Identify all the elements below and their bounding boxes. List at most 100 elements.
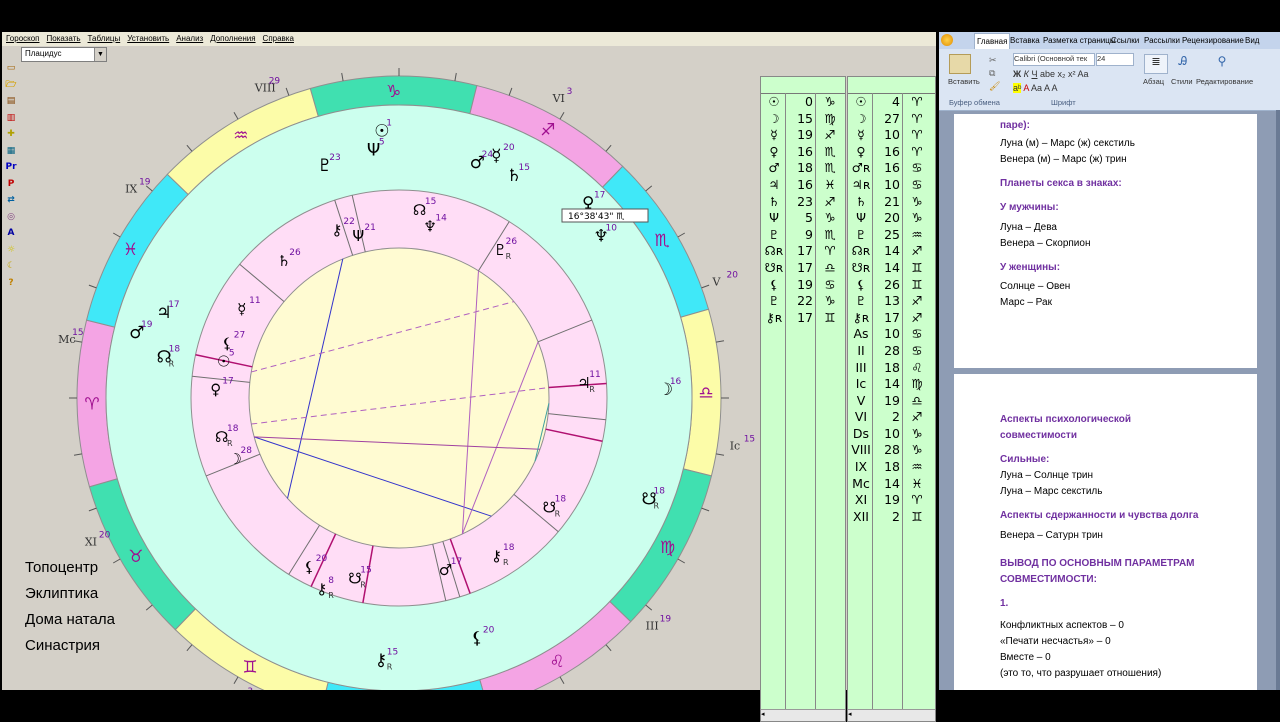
- table-row[interactable]: ♄ 23 ♐: [761, 194, 845, 211]
- table-row[interactable]: XI 19 ♈: [848, 492, 935, 509]
- table-row[interactable]: ☊ʀ 14 ♐: [848, 243, 935, 260]
- table-row[interactable]: ♃ʀ 10 ♋: [848, 177, 935, 194]
- chevron-down-icon[interactable]: ▼: [94, 48, 106, 61]
- font-name-input[interactable]: Calibri (Основной тек: [1013, 53, 1095, 66]
- table-row[interactable]: ☽ 27 ♈: [848, 111, 935, 128]
- planets-table-1[interactable]: ☉ 0 ♑ ☽ 15 ♍ ☿ 19 ♐ ♀ 16 ♏ ♂ 18 ♏ ♃ 16 ♓ ♄ 23 ♐ Ψ 5 ♑ ♇ 9 ♏ ☊ʀ 17 ♈ ☋ʀ…: [760, 76, 846, 722]
- editing-button[interactable]: Редактирование: [1196, 77, 1253, 86]
- table-row[interactable]: ⚸ 26 ♊: [848, 277, 935, 294]
- table-row[interactable]: Ic 14 ♍: [848, 376, 935, 393]
- table-cell: ♎: [911, 392, 923, 408]
- table-row[interactable]: ♄ 21 ♑: [848, 194, 935, 211]
- table-cell: ♄: [855, 193, 867, 209]
- table-row[interactable]: ♇ 9 ♏: [761, 227, 845, 244]
- menu-help[interactable]: Справка: [259, 32, 297, 43]
- tab-insert[interactable]: Вставка: [1010, 36, 1040, 45]
- font-size-input[interactable]: 24: [1096, 53, 1134, 66]
- table-row[interactable]: ⚷ʀ 17 ♐: [848, 310, 935, 327]
- horizontal-scrollbar[interactable]: ◂: [848, 709, 935, 721]
- tab-home[interactable]: Главная: [974, 33, 1011, 49]
- table-row[interactable]: ⚷ʀ 17 ♊: [761, 310, 845, 327]
- binoculars-icon[interactable]: ⚲: [1211, 54, 1233, 72]
- table-row[interactable]: VI 2 ♐: [848, 409, 935, 426]
- table-row[interactable]: ♀ 16 ♏: [761, 144, 845, 161]
- document-line: Луна – Дева: [1000, 222, 1057, 233]
- table-cell: ♐: [824, 127, 836, 143]
- legend-ecliptic: Эклиптика: [25, 585, 99, 602]
- table-cell: ♇: [768, 226, 780, 242]
- tab-page-layout[interactable]: Разметка страницы: [1043, 36, 1116, 45]
- paste-icon[interactable]: [949, 54, 971, 74]
- table-row[interactable]: ♇ 25 ♒: [848, 227, 935, 244]
- horizontal-scrollbar[interactable]: ◂: [761, 709, 845, 721]
- document-page-2[interactable]: Аспекты психологической совместимости Силь…: [954, 374, 1257, 690]
- menu-horoscope[interactable]: Гороскоп: [2, 32, 43, 43]
- styles-button[interactable]: Стили: [1171, 77, 1193, 86]
- table-row[interactable]: ☿ 10 ♈: [848, 127, 935, 144]
- table-row[interactable]: ☽ 15 ♍: [761, 111, 845, 128]
- table-row[interactable]: XII 2 ♊: [848, 509, 935, 526]
- inner-planet-degree: 11: [249, 296, 260, 306]
- table-row[interactable]: VIII 28 ♑: [848, 442, 935, 459]
- degree-tick: [73, 453, 82, 456]
- table-row[interactable]: III 18 ♌: [848, 360, 935, 377]
- table-cell: ♑: [824, 210, 836, 226]
- format-painter-icon[interactable]: 🖌: [989, 81, 1000, 92]
- table-row[interactable]: IX 18 ♒: [848, 459, 935, 476]
- menu-show[interactable]: Показать: [43, 32, 84, 43]
- table-row[interactable]: ☉ 4 ♈: [848, 94, 935, 111]
- menu-analysis[interactable]: Анализ: [172, 32, 206, 43]
- table-row[interactable]: ♃ 16 ♓: [761, 177, 845, 194]
- table-row[interactable]: II 28 ♋: [848, 343, 935, 360]
- tab-references[interactable]: Ссылки: [1111, 36, 1139, 45]
- office-button-icon[interactable]: [941, 34, 953, 46]
- font-color-buttons[interactable]: aᵇ A Aa A A: [1013, 83, 1057, 93]
- table-row[interactable]: ☊ʀ 17 ♈: [761, 243, 845, 260]
- planets-table-2[interactable]: ☉ 4 ♈ ☽ 27 ♈ ☿ 10 ♈ ♀ 16 ♈ ♂ʀ 16 ♋ ♃ʀ 10 ♋ ♄ 21 ♑ Ψ 20 ♑ ♇ 25 ♒ ☊ʀ 1…: [847, 76, 936, 722]
- table-row[interactable]: As 10 ♋: [848, 326, 935, 343]
- outer-planet-degree: 23: [329, 153, 340, 163]
- copy-icon[interactable]: ⧉: [989, 68, 995, 79]
- legend-synastry: Синастрия: [25, 637, 101, 654]
- table-row[interactable]: Ds 10 ♑: [848, 426, 935, 443]
- tab-review[interactable]: Рецензирование: [1182, 36, 1244, 45]
- cut-icon[interactable]: ✂: [989, 55, 997, 66]
- document-page-1[interactable]: паре): Луна (м) – Марс (ж) секстиль Венера…: [954, 114, 1257, 368]
- table-row[interactable]: ☋ʀ 14 ♊: [848, 260, 935, 277]
- tab-mailings[interactable]: Рассылки: [1144, 36, 1180, 45]
- paste-button[interactable]: Вставить: [948, 77, 980, 86]
- table-row[interactable]: Ψ 5 ♑: [761, 210, 845, 227]
- table-cell: 10: [884, 326, 900, 342]
- table-row[interactable]: ♇ 13 ♐: [848, 293, 935, 310]
- table-row[interactable]: ☉ 0 ♑: [761, 94, 845, 111]
- vertical-scrollbar[interactable]: [1276, 110, 1280, 690]
- table-row[interactable]: ♀ 16 ♈: [848, 144, 935, 161]
- paragraph-button[interactable]: Абзац: [1143, 77, 1164, 86]
- table-cell: As: [853, 326, 869, 342]
- table-row[interactable]: ♂ 18 ♏: [761, 160, 845, 177]
- menu-addons[interactable]: Дополнения: [206, 32, 258, 43]
- table-cell: 17: [797, 309, 813, 325]
- menu-tables[interactable]: Таблицы: [84, 32, 124, 43]
- paragraph-icon[interactable]: ≣: [1144, 54, 1168, 74]
- font-format-buttons[interactable]: Ж К Ч abe x₂ x² Aa: [1013, 69, 1089, 79]
- tab-view[interactable]: Вид: [1245, 36, 1259, 45]
- table-row[interactable]: ☿ 19 ♐: [761, 127, 845, 144]
- table-row[interactable]: Ψ 20 ♑: [848, 210, 935, 227]
- retrograde-mark: R: [503, 558, 509, 567]
- table-row[interactable]: ♇ 22 ♑: [761, 293, 845, 310]
- table-row[interactable]: V 19 ♎: [848, 393, 935, 410]
- table-cell: 13: [884, 293, 900, 309]
- menu-settings[interactable]: Установить: [123, 32, 172, 43]
- degree-tick: [716, 340, 725, 343]
- document-line: 1.: [1000, 598, 1009, 609]
- table-row[interactable]: Mc 14 ♓: [848, 476, 935, 493]
- styles-icon[interactable]: Ꭿ: [1172, 54, 1194, 72]
- table-row[interactable]: ♂ʀ 16 ♋: [848, 160, 935, 177]
- house-system-select[interactable]: Плацидус ▼: [21, 47, 107, 62]
- outer-planet-degree: 19: [141, 320, 153, 330]
- table-row[interactable]: ⚸ 19 ♋: [761, 277, 845, 294]
- table-cell: 28: [884, 442, 900, 458]
- inner-planet-degree: 17: [451, 557, 462, 567]
- table-row[interactable]: ☋ʀ 17 ♎: [761, 260, 845, 277]
